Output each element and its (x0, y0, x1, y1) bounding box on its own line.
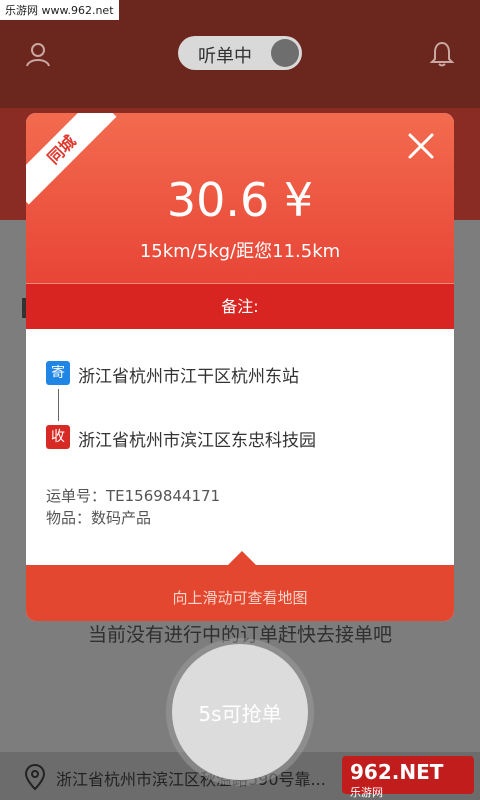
note-label: 备注: (221, 297, 259, 316)
order-meta: 15km/5kg/距您11.5km (139, 241, 341, 262)
toggle-label: 听单中 (198, 46, 252, 67)
swipe-up-hint-bar[interactable]: 向上滑动可查看地图 (26, 565, 454, 621)
order-card-header: 同城 30.6 ¥ 15km/5kg/距您11.5km (26, 113, 454, 283)
grab-order-label: 5s可抢单 (198, 701, 282, 726)
current-location-address: 浙江省杭州市滨江区秋溢路590号靠... (56, 770, 326, 789)
user-icon[interactable] (24, 40, 52, 68)
bell-icon[interactable] (428, 40, 456, 68)
swipe-up-caret (228, 551, 256, 565)
swipe-up-hint: 向上滑动可查看地图 (172, 589, 308, 607)
ribbon-label: 同城 (43, 131, 80, 168)
note-bar: 备注: (26, 283, 454, 329)
route-section: 寄 浙江省杭州市江干区杭州东站 收 浙江省杭州市滨江区东忠科技园 运单号：TE1… (26, 329, 454, 565)
listening-toggle[interactable]: 听单中 (178, 36, 302, 70)
order-price: 30.6 ¥ (166, 173, 314, 227)
receive-badge: 收 (46, 425, 70, 449)
watermark-text: 乐游网 www.962.net (0, 0, 119, 20)
send-badge: 寄 (46, 361, 70, 385)
close-icon[interactable] (406, 131, 436, 161)
delivery-address: 浙江省杭州市滨江区东忠科技园 (78, 431, 316, 451)
grab-order-button[interactable]: 5s可抢单 (172, 644, 308, 780)
location-pin-icon (24, 764, 46, 790)
watermark-logo: 962.NET 乐游网 (342, 756, 474, 799)
goods-type: 物品：数码产品 (46, 509, 152, 527)
watermark-brand-text: 乐游网 (350, 786, 383, 799)
tracking-number: 运单号：TE1569844171 (46, 487, 221, 505)
watermark-brand: 962.NET (350, 760, 444, 784)
route-connector (58, 389, 59, 421)
order-card[interactable]: 同城 30.6 ¥ 15km/5kg/距您11.5km 备注: 寄 浙江省杭州市… (26, 113, 454, 621)
toggle-knob (271, 39, 299, 67)
empty-order-message: 当前没有进行中的订单赶快去接单吧 (87, 624, 392, 646)
pickup-address: 浙江省杭州市江干区杭州东站 (78, 367, 299, 387)
